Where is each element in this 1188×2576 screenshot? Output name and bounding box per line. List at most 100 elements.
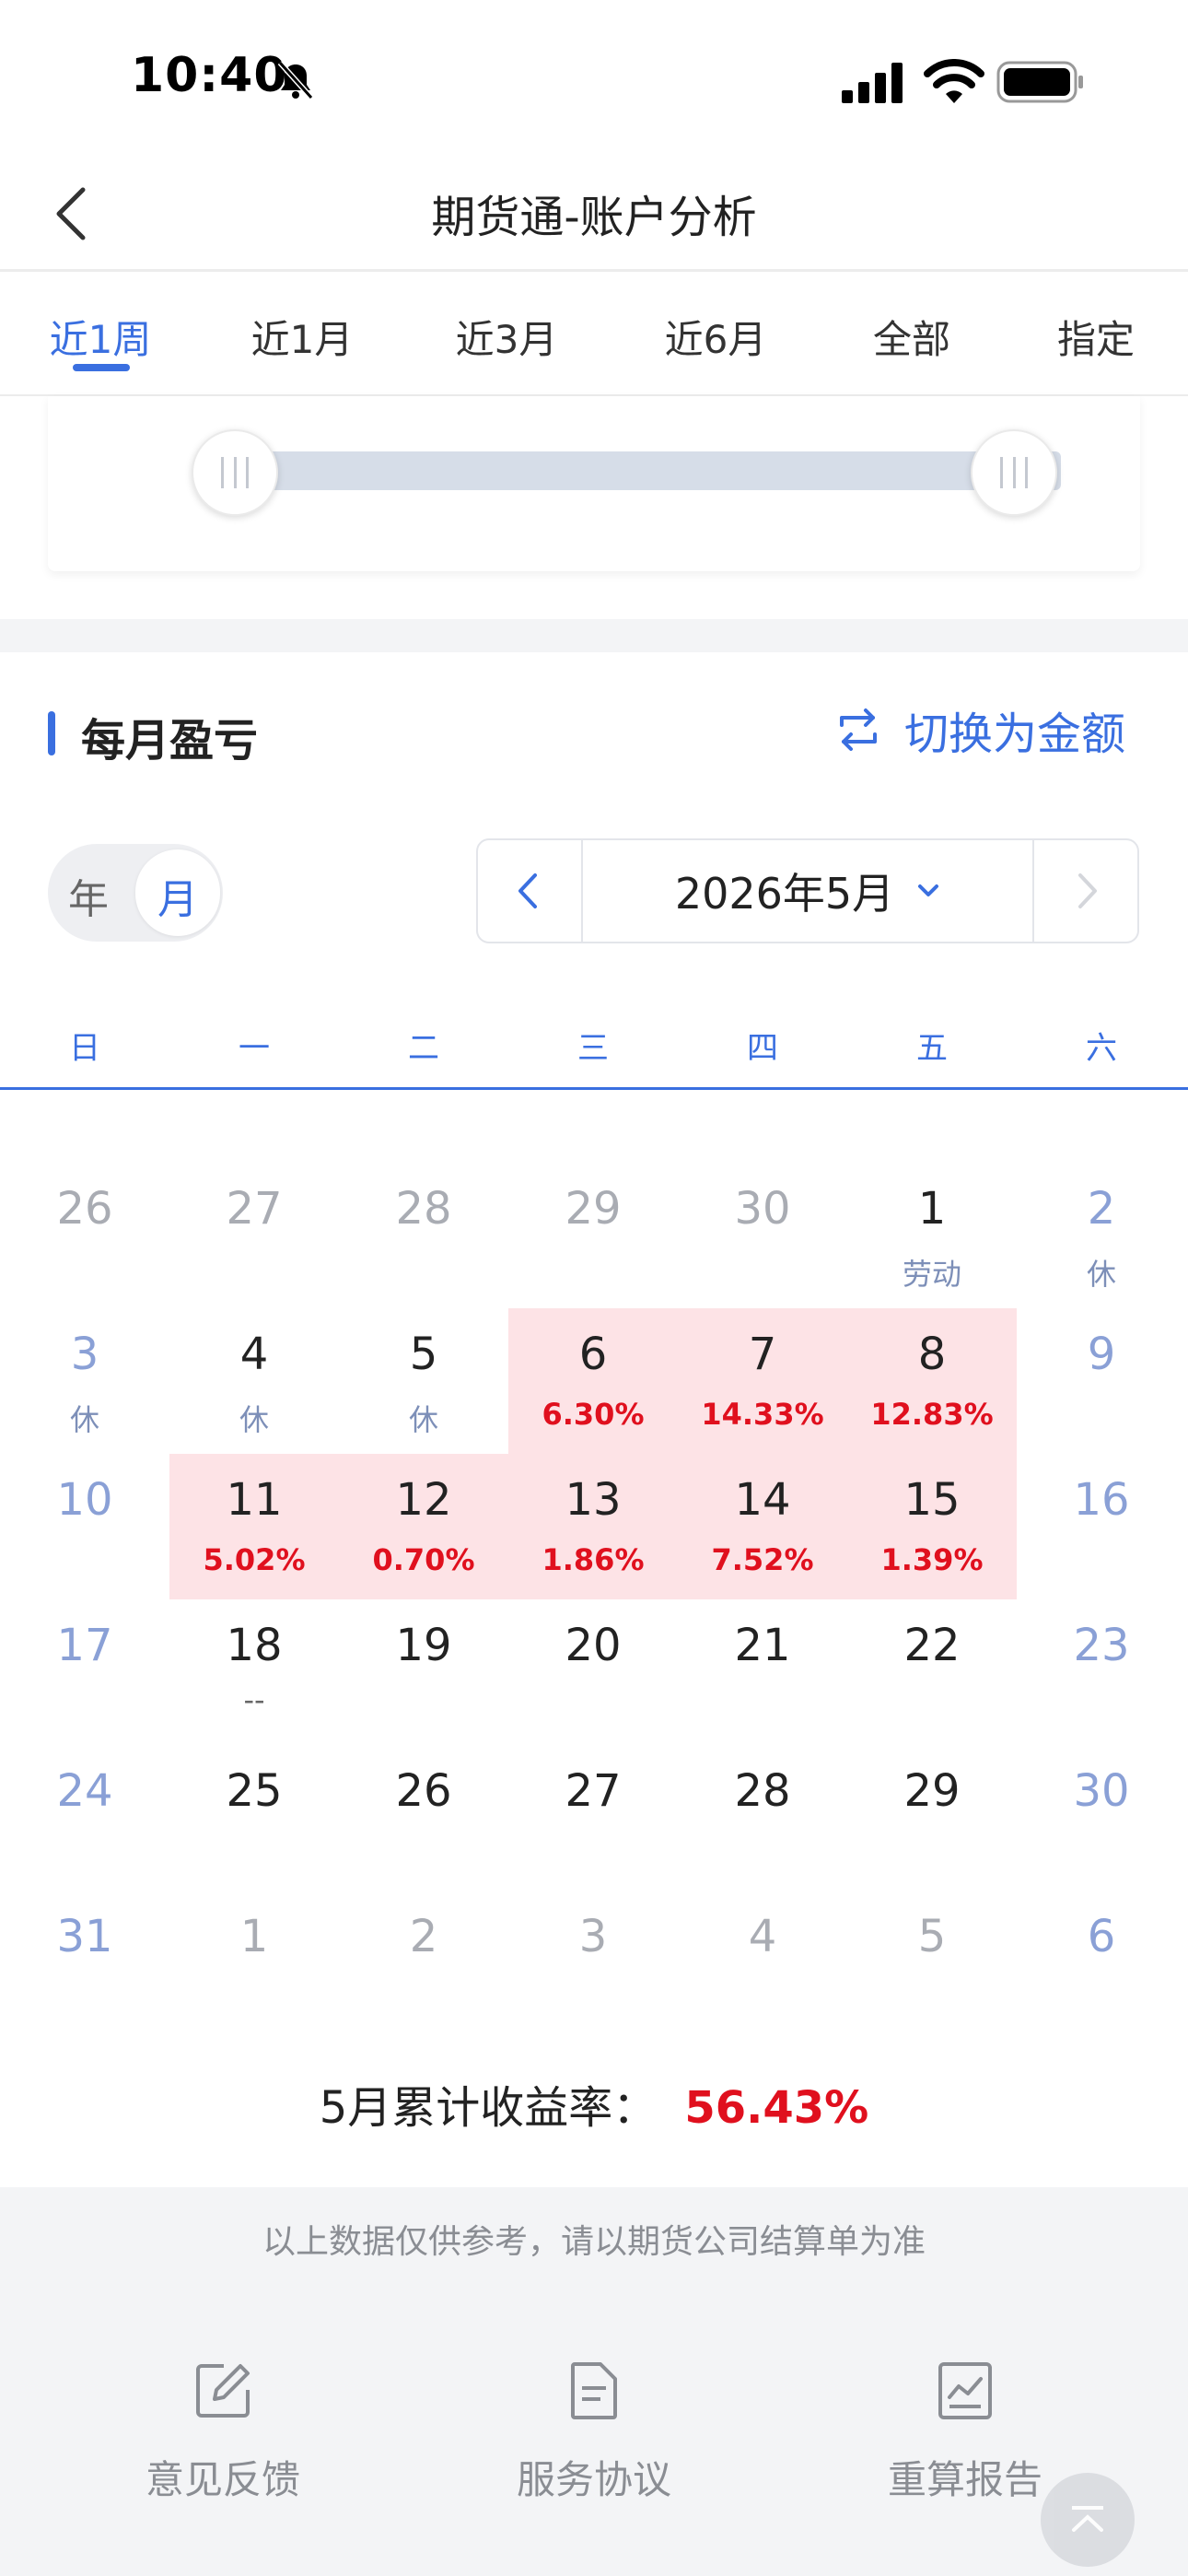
toggle-month-option[interactable]: 月 [135, 866, 220, 925]
calendar-day-return: 0.70% [372, 1542, 475, 1577]
weekday-label: 三 [577, 1030, 609, 1067]
calendar-day-cell[interactable]: 8 12.83% [847, 1308, 1017, 1454]
calendar-day-return: 5.02% [203, 1542, 306, 1577]
month-select[interactable]: 2026年5月 [581, 840, 1034, 942]
calendar-day-number: 27 [226, 1183, 283, 1235]
calendar-day-cell[interactable]: 10 [0, 1454, 169, 1599]
calendar-day-number: 6 [1087, 1911, 1116, 1962]
chevron-down-icon [918, 884, 939, 896]
month-picker: 2026年5月 [476, 838, 1139, 943]
section-divider [0, 619, 1188, 652]
calendar-day-number: 3 [578, 1911, 608, 1962]
calendar-day-number: 17 [56, 1620, 113, 1671]
service-agreement-label: 服务协议 [516, 2457, 671, 2502]
calendar-day-cell[interactable]: 28 [678, 1745, 847, 1891]
calendar-day-cell[interactable]: 29 [847, 1745, 1017, 1891]
calendar-day-cell[interactable]: 26 [0, 1163, 169, 1308]
tab-custom[interactable]: 指定 [1004, 309, 1188, 365]
calendar-day-number: 30 [734, 1183, 791, 1235]
calendar-day-cell[interactable]: 9 [1017, 1308, 1186, 1454]
weekday-label: 二 [408, 1030, 439, 1067]
calendar-day-cell[interactable]: 1 [169, 1891, 339, 2036]
calendar-day-cell[interactable]: 12 0.70% [339, 1454, 508, 1599]
calendar-day-note: 休 [69, 1402, 99, 1437]
range-slider-left-handle[interactable] [192, 429, 278, 516]
calendar-day-cell[interactable]: 1 劳动 [847, 1163, 1017, 1308]
calendar-day-number: 19 [395, 1620, 452, 1671]
feedback-button[interactable]: 意见反馈 [103, 2360, 343, 2505]
calendar-day-number: 1 [239, 1911, 269, 1962]
calendar-day-number: 5 [917, 1911, 947, 1962]
calendar-day-cell[interactable]: 17 [0, 1599, 169, 1745]
calendar-day-cell[interactable]: 31 [0, 1891, 169, 2036]
calendar-day-return: 1.86% [542, 1542, 645, 1577]
tab-1-month[interactable]: 近1月 [210, 309, 394, 365]
calendar-day-cell[interactable]: 3 [508, 1891, 678, 2036]
scroll-to-top-button[interactable] [1041, 2473, 1135, 2567]
calendar-day-return: 12.83% [870, 1397, 994, 1432]
calendar-day-cell[interactable]: 28 [339, 1163, 508, 1308]
calendar-day-cell[interactable]: 16 [1017, 1454, 1186, 1599]
calendar-day-number: 4 [748, 1911, 777, 1962]
active-tab-indicator [73, 364, 130, 371]
calendar-day-cell[interactable]: 26 [339, 1745, 508, 1891]
switch-to-amount-button[interactable]: 切换为金额 [836, 700, 1125, 760]
calendar-day-cell[interactable]: 7 14.33% [678, 1308, 847, 1454]
service-agreement-button[interactable]: 服务协议 [474, 2360, 714, 2505]
calendar-day-cell[interactable]: 22 [847, 1599, 1017, 1745]
calendar-day-cell[interactable]: 23 [1017, 1599, 1186, 1745]
tab-all[interactable]: 全部 [820, 309, 1004, 365]
toggle-month-pill[interactable]: 月 [135, 849, 220, 936]
calendar-day-number: 30 [1073, 1765, 1130, 1817]
calendar-day-cell[interactable]: 6 [1017, 1891, 1186, 2036]
calendar-day-number: 2 [409, 1911, 438, 1962]
calendar-day-cell[interactable]: 14 7.52% [678, 1454, 847, 1599]
calendar-day-cell[interactable]: 13 1.86% [508, 1454, 678, 1599]
chevron-left-icon [518, 873, 537, 908]
calendar-day-cell[interactable]: 18 -- [169, 1599, 339, 1745]
range-slider-track[interactable] [232, 451, 1061, 490]
calendar-day-number: 15 [903, 1474, 961, 1526]
calendar-day-cell[interactable]: 4 [678, 1891, 847, 2036]
next-month-button[interactable] [1032, 840, 1137, 942]
calendar-day-number: 23 [1073, 1620, 1130, 1671]
calendar-day-cell[interactable]: 29 [508, 1163, 678, 1308]
calendar-day-cell[interactable]: 4休 [169, 1308, 339, 1454]
tab-6-months[interactable]: 近6月 [623, 309, 808, 365]
calendar-day-cell[interactable]: 2 [339, 1891, 508, 2036]
calendar-day-cell[interactable]: 5休 [339, 1308, 508, 1454]
cumulative-return-value: 56.43% [684, 2082, 869, 2134]
signal-icon [842, 63, 903, 103]
weekday-header: 日 一 二 三 四 五 六 [0, 1013, 1188, 1090]
calendar-day-return: 1.39% [880, 1542, 984, 1577]
year-month-toggle: 年 月 [48, 844, 223, 942]
calendar-day-cell[interactable]: 11 5.02% [169, 1454, 339, 1599]
calendar-day-cell[interactable]: 5 [847, 1891, 1017, 2036]
range-slider-right-handle[interactable] [971, 429, 1057, 516]
calendar-day-cell[interactable]: 20 [508, 1599, 678, 1745]
tab-3-months[interactable]: 近3月 [414, 309, 599, 365]
toggle-year-option[interactable]: 年 [68, 866, 109, 925]
range-filter-card [48, 396, 1140, 571]
calendar-day-number: 28 [734, 1765, 791, 1817]
calendar-day-number: 7 [748, 1329, 777, 1380]
chart-report-icon [938, 2362, 992, 2419]
calendar-day-cell[interactable]: 24 [0, 1745, 169, 1891]
calendar-day-cell[interactable]: 2休 [1017, 1163, 1186, 1308]
calendar-day-cell[interactable]: 6 6.30% [508, 1308, 678, 1454]
calendar-day-cell[interactable]: 30 [1017, 1745, 1186, 1891]
calendar-day-cell[interactable]: 19 [339, 1599, 508, 1745]
calendar-day-cell[interactable]: 15 1.39% [847, 1454, 1017, 1599]
calendar-grid: 26 27 28 29 30 1 劳动 2 休 3 休 4 休 5 休 6 6.30% 7 14.33% 8 12.83… [0, 1163, 1188, 2038]
calendar-day-cell[interactable]: 27 [169, 1163, 339, 1308]
calendar-day-cell[interactable]: 3休 [0, 1308, 169, 1454]
calendar-day-cell[interactable]: 21 [678, 1599, 847, 1745]
section-title: 每月盈亏 [81, 715, 259, 767]
prev-month-button[interactable] [478, 840, 583, 942]
calendar-day-cell[interactable]: 27 [508, 1745, 678, 1891]
status-time: 10:40 [131, 48, 288, 103]
calendar-day-cell[interactable]: 30 [678, 1163, 847, 1308]
calendar-day-number: 2 [1087, 1183, 1116, 1235]
calendar-day-cell[interactable]: 25 [169, 1745, 339, 1891]
tab-1-week[interactable]: 近1周 [8, 309, 192, 365]
